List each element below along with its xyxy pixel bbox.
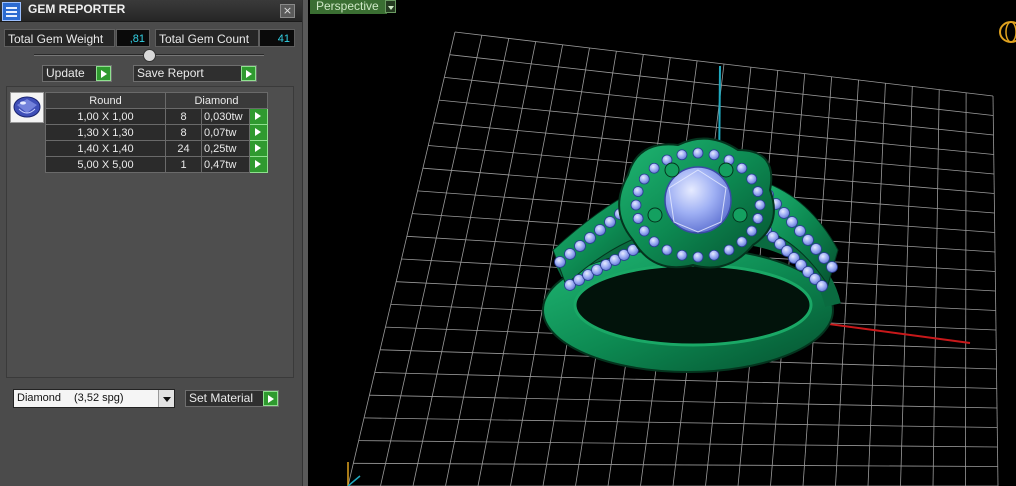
material-selected-name: Diamond xyxy=(17,392,62,404)
save-report-button[interactable]: Save Report xyxy=(133,65,257,82)
gem-count: 8 xyxy=(165,108,202,125)
gem-table: Round Diamond 1,00 X 1,00 8 0,030tw 1,30… xyxy=(45,92,268,173)
round-gem-thumbnail-icon[interactable] xyxy=(10,92,44,123)
gem-weight: 0,030tw xyxy=(201,108,250,125)
gem-reporter-panel: GEM REPORTER × Total Gem Weight ,81 Tota… xyxy=(0,0,302,486)
total-gem-weight-label: Total Gem Weight xyxy=(4,29,115,47)
view-mode-label: Perspective xyxy=(316,0,379,13)
table-row[interactable]: 1,30 X 1,30 8 0,07tw xyxy=(45,124,268,141)
gem-weight: 0,25tw xyxy=(201,140,250,157)
set-material-play-icon[interactable] xyxy=(263,391,278,406)
perspective-viewport[interactable]: Perspective xyxy=(308,0,1016,486)
table-row[interactable]: 1,40 X 1,40 24 0,25tw xyxy=(45,140,268,157)
gem-weight: 0,47tw xyxy=(201,156,250,173)
gem-size: 1,00 X 1,00 xyxy=(45,108,166,125)
gem-count: 24 xyxy=(165,140,202,157)
gem-count: 1 xyxy=(165,156,202,173)
gem-size: 1,40 X 1,40 xyxy=(45,140,166,157)
save-report-button-label: Save Report xyxy=(137,66,204,80)
shape-header: Round xyxy=(45,92,166,109)
viewport-canvas[interactable] xyxy=(308,0,1016,486)
chevron-down-icon[interactable] xyxy=(158,390,174,407)
row-play-icon[interactable] xyxy=(249,108,268,125)
gem-size: 1,30 X 1,30 xyxy=(45,124,166,141)
orientation-gizmo-icon[interactable] xyxy=(999,21,1016,43)
ring-model[interactable] xyxy=(542,137,841,373)
table-row[interactable]: 5,00 X 5,00 1 0,47tw xyxy=(45,156,268,173)
slider-handle[interactable] xyxy=(143,49,156,62)
row-play-icon[interactable] xyxy=(249,140,268,157)
update-button-label: Update xyxy=(46,66,85,80)
table-row[interactable]: 1,00 X 1,00 8 0,030tw xyxy=(45,108,268,125)
gem-weight: 0,07tw xyxy=(201,124,250,141)
close-button[interactable]: × xyxy=(280,4,295,18)
view-mode-dropdown-icon[interactable] xyxy=(385,0,396,13)
save-report-play-icon[interactable] xyxy=(241,66,256,81)
window-title: GEM REPORTER xyxy=(28,2,126,16)
title-bar: GEM REPORTER × xyxy=(0,0,302,22)
set-material-button-label: Set Material xyxy=(189,391,254,405)
update-play-icon[interactable] xyxy=(96,66,111,81)
material-header: Diamond xyxy=(165,92,268,109)
row-play-icon[interactable] xyxy=(249,124,268,141)
corner-axis-indicator-icon xyxy=(347,462,361,486)
total-gem-count-label: Total Gem Count xyxy=(155,29,259,47)
row-play-icon[interactable] xyxy=(249,156,268,173)
gem-reporter-app-icon xyxy=(2,2,21,21)
gem-count: 8 xyxy=(165,124,202,141)
material-selected-density: (3,52 spg) xyxy=(74,392,124,404)
total-gem-count-value: 41 xyxy=(259,29,295,47)
material-dropdown[interactable]: Diamond (3,52 spg) xyxy=(13,389,175,408)
total-gem-weight-value: ,81 xyxy=(116,29,150,47)
view-mode-tab[interactable]: Perspective xyxy=(310,0,387,14)
gem-size: 5,00 X 5,00 xyxy=(45,156,166,173)
gem-table-header: Round Diamond xyxy=(45,92,268,109)
